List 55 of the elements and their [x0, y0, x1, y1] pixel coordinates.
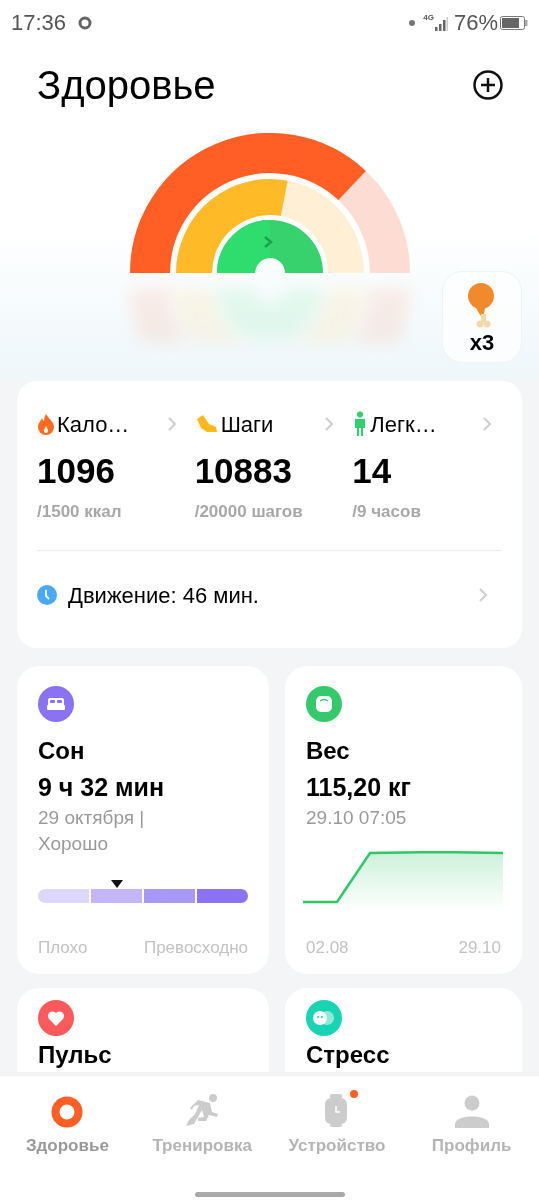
scale-icon	[306, 686, 342, 722]
stat-label[interactable]: Легк…	[370, 407, 437, 441]
bar-segment	[197, 888, 248, 903]
health-card[interactable]: Пульс	[17, 988, 269, 1072]
stat-value: 14	[352, 450, 393, 492]
card-title: Стресс	[306, 1040, 391, 1070]
status-circle-icon	[78, 15, 93, 30]
battery-icon	[500, 15, 528, 30]
battery-level: 76%	[453, 9, 498, 37]
bed-icon	[38, 686, 74, 722]
axis-label: 02.08	[306, 936, 349, 959]
stat-label[interactable]: Кало…	[57, 407, 130, 441]
stat-goal: /9 часов	[352, 500, 422, 523]
card-title: Вес	[306, 736, 351, 766]
shoe-icon	[194, 414, 219, 434]
card-title: Сон	[38, 736, 86, 766]
card-value: 115,20 кг	[306, 772, 412, 803]
stat-label[interactable]: Шаги	[220, 407, 274, 441]
status-time: 17:36	[11, 9, 67, 37]
movement-text[interactable]: Движение: 46 мин.	[68, 578, 259, 612]
bar-segment	[91, 888, 142, 903]
signal-icon	[433, 15, 448, 32]
health-card[interactable]: Сон 9 ч 32 мин 29 октября | Хорошо Плохо Превосходно	[17, 666, 269, 974]
flame-icon	[37, 413, 55, 435]
chevron-icon	[166, 416, 177, 432]
scale-label: Превосходно	[143, 936, 248, 959]
page-title: Здоровье	[37, 62, 216, 109]
bar-segment	[144, 888, 195, 903]
bar-segment	[38, 888, 89, 903]
stat-value: 1096	[37, 450, 116, 492]
scale-label: Плохо	[38, 936, 88, 959]
chevron-icon	[482, 416, 492, 432]
chevron-icon	[478, 587, 488, 604]
card-value: 9 ч 32 мин	[38, 772, 166, 803]
health-card[interactable]: Стресс	[285, 988, 522, 1072]
card-detail: 29 октября | Хорошо	[38, 806, 146, 857]
add-button[interactable]	[472, 69, 504, 101]
stat-value: 10883	[194, 450, 293, 492]
add-icon	[472, 69, 504, 101]
person-icon	[453, 1094, 490, 1128]
card-detail: 29.10 07:05	[306, 806, 408, 831]
health-card[interactable]: Вес 115,20 кг 29.10 07:05 02.08 29.10	[285, 666, 522, 974]
reward-badge[interactable]: x3	[442, 271, 522, 363]
ring-icon	[51, 1096, 84, 1128]
drumstick-icon	[467, 282, 497, 330]
stat-goal: /20000 шагов	[194, 500, 304, 523]
clock-icon	[37, 585, 57, 606]
faces-icon	[306, 1000, 342, 1036]
stat-goal: /1500 ккал	[37, 500, 123, 523]
card-title: Пульс	[38, 1040, 113, 1070]
network-type: 4G	[423, 12, 434, 24]
status-dot-icon	[409, 19, 416, 26]
runner-icon	[184, 1094, 221, 1128]
chevron-icon	[324, 416, 335, 432]
axis-label: 29.10	[458, 936, 501, 959]
